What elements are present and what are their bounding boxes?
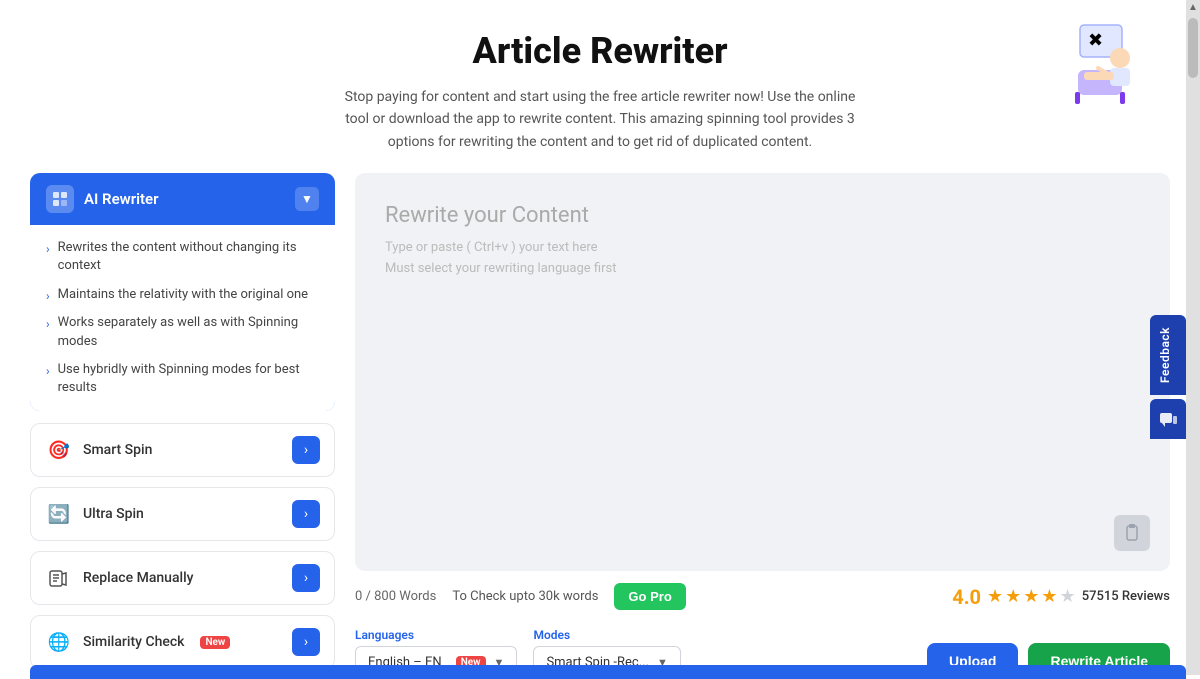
similarity-check-label: Similarity Check — [83, 634, 184, 650]
page-description: Stop paying for content and start using … — [340, 86, 860, 153]
feedback-icon[interactable] — [1150, 399, 1186, 439]
similarity-check-arrow[interactable]: › — [292, 628, 320, 656]
ultra-spin-arrow[interactable]: › — [292, 500, 320, 528]
paste-icon[interactable] — [1114, 515, 1150, 551]
ai-rewriter-body: › Rewrites the content without changing … — [30, 225, 335, 411]
ai-rewriter-icon — [46, 185, 74, 213]
word-count-label: 0 / 800 Words — [355, 589, 436, 604]
page-header: Article Rewriter Stop paying for content… — [0, 0, 1200, 173]
ai-rewriter-header-left: AI Rewriter — [46, 185, 159, 213]
editor-placeholder-text: Type or paste ( Ctrl+v ) your text here — [385, 240, 1140, 255]
feedback-sidebar: Feedback — [1150, 315, 1186, 439]
feature-text: Rewrites the content without changing it… — [58, 239, 319, 275]
bullet-icon: › — [46, 316, 50, 333]
feature-text: Works separately as well as with Spinnin… — [58, 314, 319, 350]
feature-item: › Rewrites the content without changing … — [46, 239, 319, 275]
feature-text: Use hybridly with Spinning modes for bes… — [58, 361, 319, 397]
word-count-bar: 0 / 800 Words To Check upto 30k words Go… — [355, 571, 1170, 620]
modes-label: Modes — [533, 628, 680, 642]
sidebar-item-similarity-check[interactable]: 🌐 Similarity Check New › — [30, 615, 335, 669]
ai-rewriter-card: AI Rewriter ▼ › Rewrites the content wit… — [30, 173, 335, 411]
feature-item: › Maintains the relativity with the orig… — [46, 286, 319, 305]
sidebar-item-smart-spin[interactable]: 🎯 Smart Spin › — [30, 423, 335, 477]
rating-score: 4.0 — [952, 585, 981, 609]
sidebar-item-replace-manually[interactable]: Replace Manually › — [30, 551, 335, 605]
scrollbar-thumb[interactable] — [1188, 18, 1198, 78]
star-3: ★ — [1023, 586, 1039, 607]
star-5: ★ — [1060, 586, 1076, 607]
svg-text:✖: ✖ — [1088, 30, 1103, 51]
scrollbar[interactable]: ▲ — [1186, 0, 1200, 675]
new-badge: New — [200, 636, 230, 649]
ultra-spin-label: Ultra Spin — [83, 506, 144, 522]
stars: ★ ★ ★ ★ ★ — [987, 586, 1076, 607]
ultra-spin-icon: 🔄 — [45, 500, 73, 528]
main-content: AI Rewriter ▼ › Rewrites the content wit… — [0, 173, 1200, 679]
replace-manually-arrow[interactable]: › — [292, 564, 320, 592]
go-pro-button[interactable]: Go Pro — [614, 583, 685, 610]
smart-spin-arrow[interactable]: › — [292, 436, 320, 464]
bottom-bar — [30, 665, 1186, 679]
sidebar: AI Rewriter ▼ › Rewrites the content wit… — [30, 173, 335, 679]
pro-text: To Check upto 30k words — [452, 589, 598, 604]
bullet-icon: › — [46, 288, 50, 305]
bullet-icon: › — [46, 241, 50, 258]
smart-spin-icon: 🎯 — [45, 436, 73, 464]
star-1: ★ — [987, 586, 1003, 607]
feedback-tab[interactable]: Feedback — [1150, 315, 1186, 395]
feature-text: Maintains the relativity with the origin… — [58, 286, 308, 304]
reviews-count: 57515 Reviews — [1082, 589, 1170, 604]
replace-manually-icon — [45, 564, 73, 592]
star-2: ★ — [1005, 586, 1021, 607]
header-illustration: ✖ — [1060, 20, 1140, 110]
editor-placeholder-subtext: Must select your rewriting language firs… — [385, 261, 1140, 276]
rating-area: 4.0 ★ ★ ★ ★ ★ 57515 Reviews — [952, 585, 1170, 609]
feature-item: › Works separately as well as with Spinn… — [46, 314, 319, 350]
scroll-up-arrow[interactable]: ▲ — [1188, 0, 1198, 16]
sidebar-item-ultra-spin[interactable]: 🔄 Ultra Spin › — [30, 487, 335, 541]
star-4: ★ — [1041, 586, 1057, 607]
feature-item: › Use hybridly with Spinning modes for b… — [46, 361, 319, 397]
ai-rewriter-header[interactable]: AI Rewriter ▼ — [30, 173, 335, 225]
smart-spin-label: Smart Spin — [83, 442, 152, 458]
similarity-check-icon: 🌐 — [45, 628, 73, 656]
content-area: Rewrite your Content Type or paste ( Ctr… — [355, 173, 1170, 679]
editor-placeholder-title: Rewrite your Content — [385, 203, 1140, 228]
features-list: › Rewrites the content without changing … — [46, 239, 319, 397]
replace-manually-label: Replace Manually — [83, 570, 194, 586]
editor-box[interactable]: Rewrite your Content Type or paste ( Ctr… — [355, 173, 1170, 571]
languages-label: Languages — [355, 628, 517, 642]
page-title: Article Rewriter — [200, 30, 1000, 72]
chevron-down-icon[interactable]: ▼ — [295, 187, 319, 211]
bullet-icon: › — [46, 363, 50, 380]
ai-rewriter-label: AI Rewriter — [84, 190, 159, 208]
